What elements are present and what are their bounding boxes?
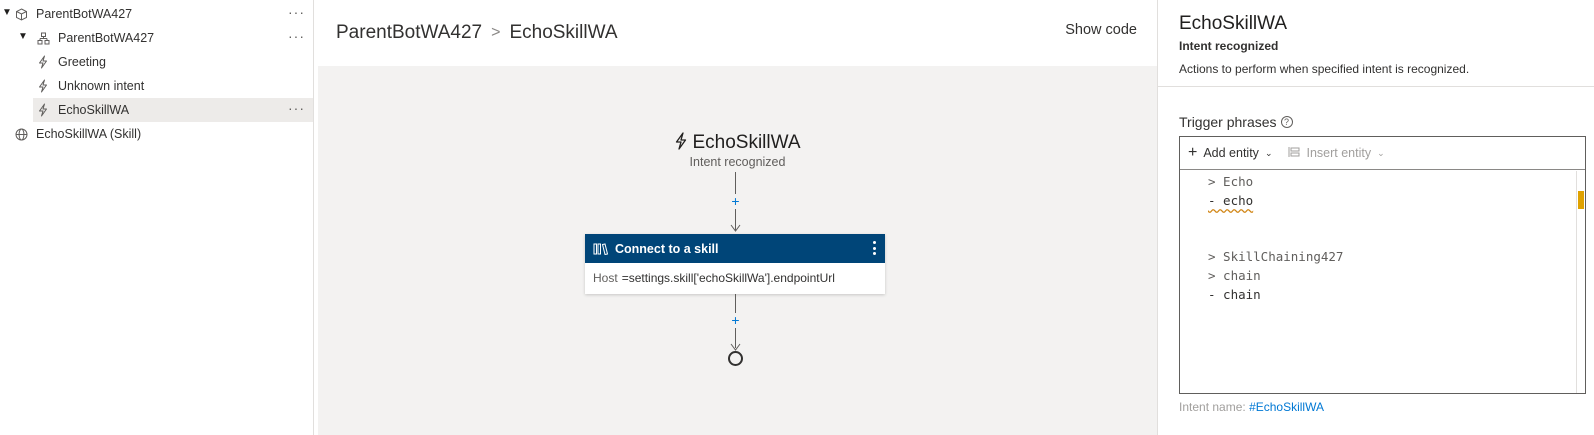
code-line: > chain [1208, 268, 1261, 283]
breadcrumb-item-bot[interactable]: ParentBotWA427 [336, 22, 482, 44]
tree-item-label: ParentBotWA427 [58, 31, 155, 45]
properties-title: EchoSkillWA [1179, 13, 1288, 34]
card-more-icon[interactable] [873, 241, 876, 255]
code-line: - chain [1208, 287, 1261, 302]
card-header: Connect to a skill [585, 234, 885, 263]
globe-icon [14, 127, 28, 141]
lightning-icon [36, 103, 50, 117]
intent-name-label: Intent name: [1179, 400, 1246, 414]
code-line: > Echo [1208, 174, 1254, 189]
more-options-icon[interactable]: ··· [288, 28, 305, 44]
host-label: Host [593, 271, 618, 285]
caret-down-icon[interactable]: ▼ [2, 7, 12, 18]
tree-item-trigger-greeting[interactable]: Greeting [0, 50, 313, 74]
editor-scrollbar-track[interactable] [1576, 171, 1577, 393]
add-entity-button[interactable]: + Add entity ⌄ [1188, 144, 1273, 161]
trigger-node-title[interactable]: EchoSkillWA [318, 132, 1157, 154]
intent-name-row: Intent name: #EchoSkillWA [1179, 400, 1324, 414]
more-options-icon[interactable]: ··· [288, 100, 305, 116]
tree-item-label: EchoSkillWA [58, 103, 130, 117]
caret-down-icon[interactable]: ▼ [18, 31, 28, 42]
properties-subtitle: Intent recognized [1179, 39, 1279, 53]
tree-item-label: Greeting [58, 55, 106, 69]
add-entity-label: Add entity [1203, 146, 1259, 160]
trigger-node-subtitle: Intent recognized [689, 155, 786, 169]
breadcrumb: ParentBotWA427 > EchoSkillWA [336, 22, 618, 44]
chevron-down-icon: ⌄ [1377, 147, 1385, 158]
flow-end-node [728, 351, 743, 366]
trigger-phrases-text: Trigger phrases [1179, 114, 1277, 130]
breadcrumb-item-trigger[interactable]: EchoSkillWA [509, 22, 617, 44]
lightning-icon [676, 132, 687, 150]
card-title: Connect to a skill [615, 241, 719, 256]
trigger-phrases-editor[interactable]: + Add entity ⌄ Insert entity ⌄ > Echo - … [1179, 136, 1586, 394]
flow-connector [735, 294, 736, 313]
divider [1158, 86, 1594, 87]
trigger-node-name: EchoSkillWA [692, 132, 801, 153]
lightning-icon [36, 79, 50, 93]
tree-item-trigger-unknown-intent[interactable]: Unknown intent [0, 74, 313, 98]
library-icon [593, 242, 609, 255]
properties-description: Actions to perform when specified intent… [1179, 62, 1470, 76]
add-action-button[interactable]: + [728, 194, 743, 209]
lightning-icon [36, 55, 50, 69]
arrow-down-icon [730, 343, 741, 351]
cube-icon [14, 7, 28, 21]
editor-warning-marker [1578, 191, 1584, 209]
plus-icon: + [1188, 144, 1198, 161]
flow-canvas: EchoSkillWA Intent recognized + Connect … [318, 66, 1157, 435]
tree-item-label: ParentBotWA427 [36, 7, 133, 21]
host-value: =settings.skill['echoSkillWa'].endpointU… [621, 271, 835, 285]
tree-item-dialog[interactable]: ▼ ParentBotWA427 ··· [0, 26, 313, 50]
card-body: Host =settings.skill['echoSkillWa'].endpo… [585, 263, 885, 293]
tree-item-root-bot[interactable]: ▼ ParentBotWA427 ··· [0, 2, 313, 26]
project-tree: ▼ ParentBotWA427 ··· ▼ ParentBotWA427 ··… [0, 0, 314, 435]
tree-item-trigger-echoskillwa[interactable]: EchoSkillWA ··· [33, 98, 313, 122]
add-action-button[interactable]: + [728, 313, 743, 328]
trigger-phrases-label: Trigger phrases ? [1179, 114, 1293, 130]
code-line-text: - echo [1208, 193, 1254, 208]
arrow-down-icon [730, 224, 741, 232]
editor-content[interactable]: > Echo - echo > SkillChaining427 > chain… [1180, 171, 1570, 393]
properties-panel: EchoSkillWA Intent recognized Actions to… [1157, 0, 1594, 435]
insert-entity-label: Insert entity [1306, 146, 1372, 160]
code-line: - echo [1208, 193, 1253, 208]
intent-name-value[interactable]: #EchoSkillWA [1249, 400, 1324, 414]
flow-connector [735, 172, 736, 194]
show-code-button[interactable]: Show code [1065, 22, 1137, 38]
tree-item-skill[interactable]: EchoSkillWA (Skill) [0, 122, 313, 146]
chevron-down-icon: ⌄ [1264, 147, 1273, 158]
insert-entity-icon [1288, 146, 1300, 161]
insert-entity-button[interactable]: Insert entity ⌄ [1288, 146, 1385, 161]
dialog-tree-icon [36, 31, 50, 45]
canvas-header: ParentBotWA427 > EchoSkillWA Show code [315, 0, 1157, 66]
tree-item-label: Unknown intent [58, 79, 145, 93]
breadcrumb-separator: > [491, 24, 501, 41]
code-line: > SkillChaining427 [1208, 249, 1344, 264]
editor-toolbar: + Add entity ⌄ Insert entity ⌄ [1180, 137, 1585, 170]
more-options-icon[interactable]: ··· [288, 4, 305, 20]
help-icon[interactable]: ? [1280, 116, 1293, 128]
tree-item-label: EchoSkillWA (Skill) [36, 127, 142, 141]
connect-to-skill-card[interactable]: Connect to a skill Host =settings.skill['… [585, 234, 885, 294]
